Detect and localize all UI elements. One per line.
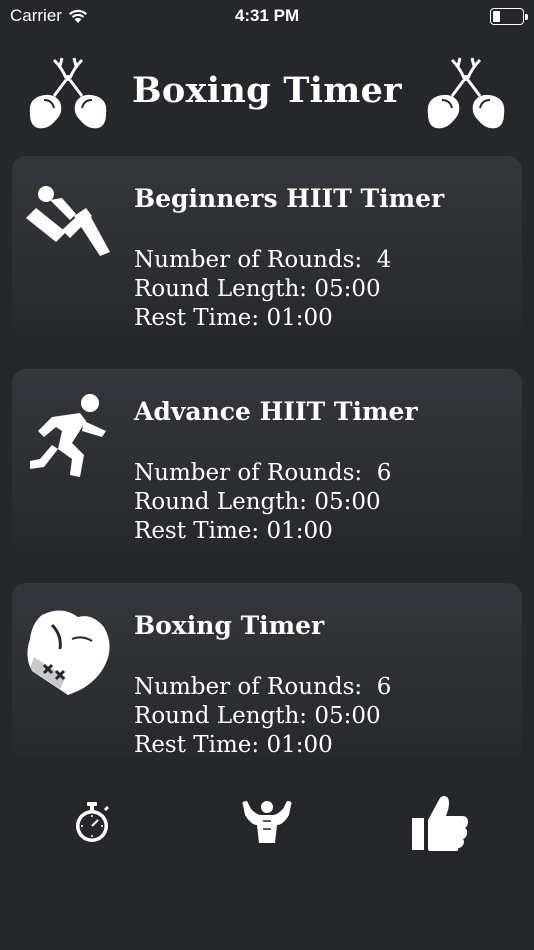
timer-card-details: Number of Rounds: 4 Round Length: 05:00 … bbox=[134, 246, 391, 333]
round-length-label: Round Length: 05:00 bbox=[134, 276, 381, 302]
rounds-label: Number of Rounds: 4 bbox=[134, 247, 392, 273]
carrier-label: Carrier bbox=[10, 6, 62, 25]
rounds-label: Number of Rounds: 6 bbox=[134, 674, 392, 700]
situp-exercise-icon bbox=[26, 186, 110, 256]
thumbs-up-icon bbox=[412, 796, 468, 851]
timer-card-boxing[interactable]: Boxing Timer Number of Rounds: 6 Round L… bbox=[12, 583, 522, 756]
status-left: Carrier bbox=[10, 6, 88, 26]
round-length-label: Round Length: 05:00 bbox=[134, 703, 381, 729]
status-bar: Carrier 4:31 PM bbox=[0, 0, 534, 32]
stopwatch-icon bbox=[76, 802, 109, 842]
timer-card-details: Number of Rounds: 6 Round Length: 05:00 … bbox=[134, 459, 391, 546]
timer-card-details: Number of Rounds: 6 Round Length: 05:00 … bbox=[134, 673, 391, 756]
tab-workout[interactable] bbox=[227, 782, 307, 862]
running-man-icon bbox=[30, 394, 106, 477]
rounds-label: Number of Rounds: 6 bbox=[134, 460, 392, 486]
tab-timer[interactable] bbox=[52, 782, 132, 862]
timer-card-title: Advance HIIT Timer bbox=[134, 397, 418, 426]
tab-bar bbox=[0, 782, 534, 862]
timer-list[interactable]: Beginners HIIT Timer Number of Rounds: 4… bbox=[0, 156, 534, 756]
tab-rate[interactable] bbox=[400, 782, 480, 862]
timer-card-title: Boxing Timer bbox=[134, 611, 325, 640]
rest-time-label: Rest Time: 01:00 bbox=[134, 518, 333, 544]
battery-icon bbox=[490, 7, 528, 25]
rest-time-label: Rest Time: 01:00 bbox=[134, 732, 333, 756]
timer-card-advance-hiit[interactable]: Advance HIIT Timer Number of Rounds: 6 R… bbox=[12, 369, 522, 559]
boxing-gloves-icon bbox=[427, 57, 505, 129]
timer-card-beginners-hiit[interactable]: Beginners HIIT Timer Number of Rounds: 4… bbox=[12, 156, 522, 346]
round-length-label: Round Length: 05:00 bbox=[134, 489, 381, 515]
header: Boxing Timer bbox=[0, 52, 534, 138]
muscle-flex-icon bbox=[242, 801, 292, 843]
wifi-icon bbox=[68, 9, 87, 23]
timer-card-title: Beginners HIIT Timer bbox=[134, 184, 445, 213]
rest-time-label: Rest Time: 01:00 bbox=[134, 305, 333, 331]
boxing-glove-icon bbox=[27, 610, 110, 695]
battery-level bbox=[493, 10, 500, 22]
screen: Carrier 4:31 PM Boxing Timer Beginners H… bbox=[0, 0, 534, 950]
